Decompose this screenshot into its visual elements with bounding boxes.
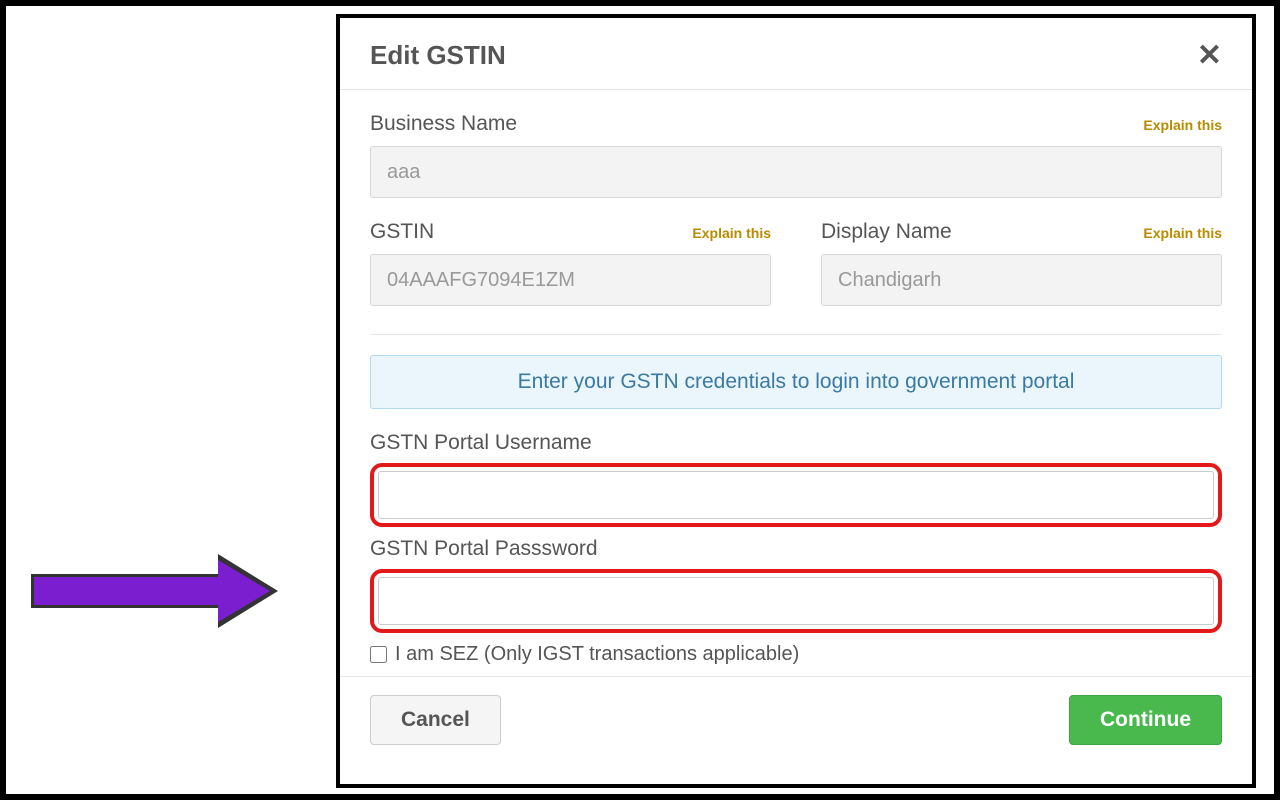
arrow-head bbox=[218, 560, 270, 622]
modal-header: Edit GSTIN ✕ bbox=[340, 18, 1252, 90]
display-name-label-row: Display Name Explain this bbox=[821, 220, 1222, 244]
sez-checkbox-label: I am SEZ (Only IGST transactions applica… bbox=[395, 643, 799, 666]
business-name-label: Business Name bbox=[370, 112, 517, 136]
arrow-shaft bbox=[31, 574, 221, 608]
display-name-input[interactable] bbox=[821, 254, 1222, 306]
sez-checkbox[interactable] bbox=[370, 646, 387, 663]
business-name-field: Business Name Explain this bbox=[370, 112, 1222, 198]
business-name-input[interactable] bbox=[370, 146, 1222, 198]
gstin-label-row: GSTIN Explain this bbox=[370, 220, 771, 244]
credentials-info-banner: Enter your GSTN credentials to login int… bbox=[370, 355, 1222, 409]
modal-footer: Cancel Continue bbox=[340, 676, 1252, 763]
modal-title: Edit GSTIN bbox=[370, 40, 506, 71]
sez-checkbox-row[interactable]: I am SEZ (Only IGST transactions applica… bbox=[370, 643, 1222, 666]
portal-password-highlight bbox=[370, 569, 1222, 633]
explain-gstin-link[interactable]: Explain this bbox=[692, 225, 771, 241]
display-name-label: Display Name bbox=[821, 220, 952, 244]
cancel-button[interactable]: Cancel bbox=[370, 695, 501, 745]
section-divider bbox=[370, 334, 1222, 335]
gstin-display-row: GSTIN Explain this Display Name Explain … bbox=[370, 220, 1222, 306]
display-name-field: Display Name Explain this bbox=[821, 220, 1222, 306]
close-icon[interactable]: ✕ bbox=[1197, 41, 1222, 71]
explain-business-name-link[interactable]: Explain this bbox=[1143, 117, 1222, 133]
gstin-field: GSTIN Explain this bbox=[370, 220, 771, 306]
portal-password-input[interactable] bbox=[378, 577, 1214, 625]
continue-button[interactable]: Continue bbox=[1069, 695, 1222, 745]
business-name-label-row: Business Name Explain this bbox=[370, 112, 1222, 136]
modal-body: Business Name Explain this GSTIN Explain… bbox=[340, 90, 1252, 676]
portal-username-input[interactable] bbox=[378, 471, 1214, 519]
explain-display-name-link[interactable]: Explain this bbox=[1143, 225, 1222, 241]
portal-username-highlight bbox=[370, 463, 1222, 527]
annotation-arrow bbox=[31, 556, 281, 626]
portal-username-label: GSTN Portal Username bbox=[370, 431, 1222, 455]
gstin-input[interactable] bbox=[370, 254, 771, 306]
gstin-label: GSTIN bbox=[370, 220, 434, 244]
portal-password-label: GSTN Portal Passsword bbox=[370, 537, 1222, 561]
edit-gstin-modal: Edit GSTIN ✕ Business Name Explain this … bbox=[336, 14, 1256, 788]
